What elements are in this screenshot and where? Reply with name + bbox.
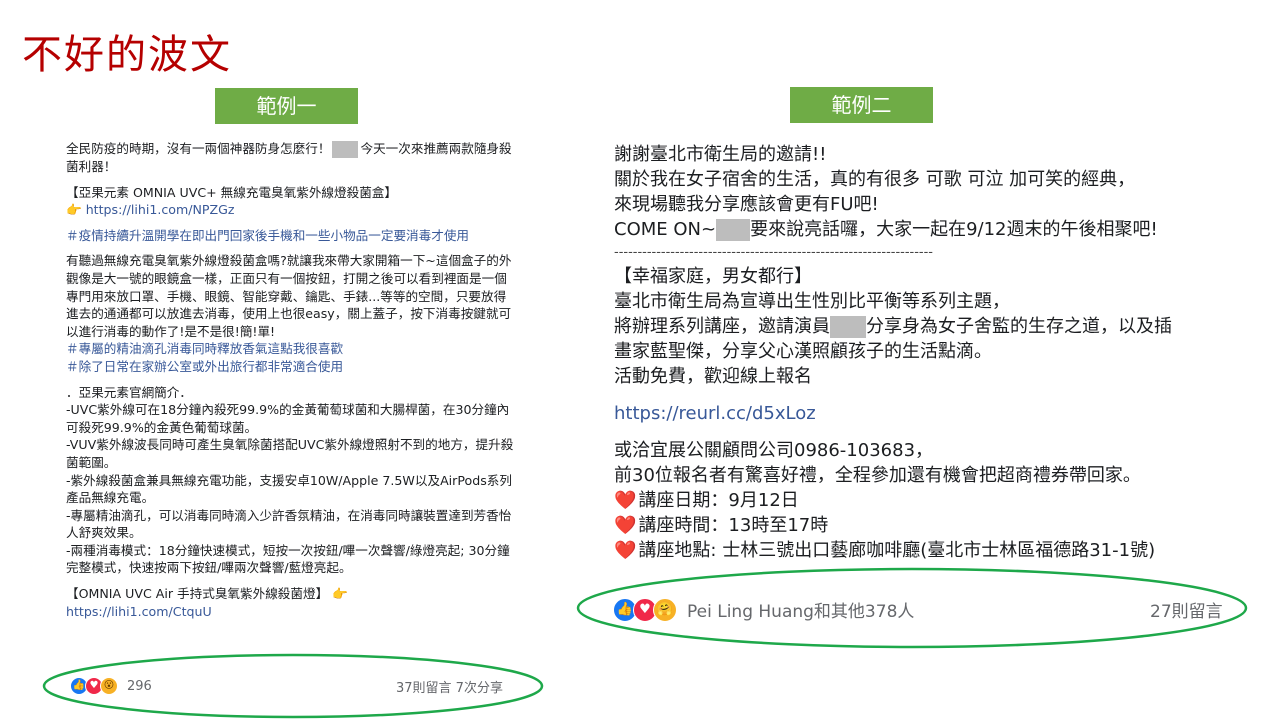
redacted-name [830, 316, 866, 338]
example-two-tag: 範例二 [790, 87, 933, 123]
post-two-line: 來現場聽我分享應該會更有FU吧! [614, 194, 879, 215]
link-row: 👉 https://lihi1.com/NPZGz [66, 201, 516, 219]
post-two-line: 活動免費，歡迎線上報名 [614, 366, 812, 387]
official-intro: ．亞果元素官網簡介． [66, 384, 192, 400]
redacted-name [716, 219, 751, 241]
post-two-reactions[interactable]: 👍 ♥ 🤗 Pei Ling Huang和其他378人 [613, 597, 914, 622]
post-two-line: 畫家藍聖傑，分享父心漢照顧孩子的生活點滴。 [614, 341, 992, 362]
post-two-line: 將辦理系列講座，邀請演員 分享身為女子舍監的生存之道，以及插 [614, 314, 1244, 339]
pointing-hand-icon: 👉 [332, 586, 348, 602]
feature-item: -兩種消毒模式：18分鐘快速模式，短按一次按鈕/嗶一次聲響/綠燈亮起; 30分鐘… [66, 542, 510, 576]
product-two-title: 【OMNIA UVC Air 手持式臭氧紫外線殺菌燈】 [66, 586, 333, 602]
post-two-line: COME ON~ 要來說亮話囉，大家一起在9/12週末的午後相聚吧! [614, 217, 1244, 242]
event-place: ❤️ 講座地點: 士林三號出口藝廊咖啡廳(臺北市士林區福德路31-1號) [614, 538, 1244, 563]
post-two-line: 或洽宜展公關顧問公司0986-103683， [614, 440, 934, 461]
post-one-intro: 全民防疫的時期，沒有一兩個神器防身怎麼行！ 今天一次來推薦兩款隨身殺菌利器！ [66, 140, 516, 176]
line-text: 分享身為女子舍監的生存之道，以及插 [866, 316, 1172, 337]
post-two: 謝謝臺北市衛生局的邀請!! 關於我在女子宿舍的生活，真的有很多 可歌 可泣 加可… [614, 142, 1244, 563]
care-icon: 🤗 [653, 597, 677, 622]
slide-title: 不好的波文 [22, 32, 232, 78]
feature-item: -VUV紫外線波長同時可產生臭氧除菌搭配UVC紫外線燈照射不到的地方，提升殺菌範… [66, 437, 514, 470]
line-text: 將辦理系列講座，邀請演員 [614, 316, 830, 337]
date-text: 講座日期：9月12日 [638, 490, 799, 511]
reaction-count: 296 [127, 678, 152, 694]
post-one-reactions[interactable]: 👍 ♥ 😮 296 [70, 677, 152, 695]
hashtag-link[interactable]: ＃疫情持續升溫開學在即出門回家後手機和一些小物品一定要消毒才使用 [66, 227, 516, 245]
place-text: 講座地點: 士林三號出口藝廊咖啡廳(臺北市士林區福德路31-1號) [638, 540, 1156, 561]
heart-icon: ❤️ [614, 515, 637, 536]
event-time: ❤️ 講座時間：13時至17時 [614, 513, 1244, 538]
event-heading: 【幸福家庭，男女都行】 [614, 266, 812, 287]
hashtag-link[interactable]: ＃專屬的精油滴孔消毒同時釋放香氣這點我很喜歡 [66, 340, 516, 358]
pointing-hand-icon: 👉 [66, 202, 82, 218]
intro-text: 全民防疫的時期，沒有一兩個神器防身怎麼行！ [66, 141, 331, 156]
reaction-names: Pei Ling Huang和其他378人 [687, 602, 915, 622]
hashtag-link[interactable]: ＃除了日常在家辦公室或外出旅行都非常適合使用 [66, 358, 516, 376]
redacted-name [332, 141, 359, 158]
heart-icon: ❤️ [614, 490, 637, 511]
feature-item: -專屬精油滴孔，可以消毒同時滴入少許香氛精油，在消毒同時讓裝置達到芳香怡人舒爽效… [66, 507, 512, 541]
product-two-row: 【OMNIA UVC Air 手持式臭氧紫外線殺菌燈】 👉 [66, 585, 516, 603]
product-link[interactable]: https://lihi1.com/NPZGz [86, 202, 235, 217]
feature-item: -紫外線殺菌盒兼具無線充電功能，支援安卓10W/Apple 7.5W以及AirP… [66, 472, 512, 506]
divider-line: ----------------------------------------… [614, 245, 933, 260]
post-two-comments[interactable]: 27則留言 [1150, 597, 1223, 622]
post-two-line: 臺北市衛生局為宣導出生性別比平衡等系列主題， [614, 291, 1010, 312]
come-on-text: COME ON~ [614, 219, 717, 240]
registration-link[interactable]: https://reurl.cc/d5xLoz [614, 403, 816, 424]
line-text: 要來說亮話囉，大家一起在9/12週末的午後相聚吧! [750, 219, 1158, 240]
post-one: 全民防疫的時期，沒有一兩個神器防身怎麼行！ 今天一次來推薦兩款隨身殺菌利器！ 【亞… [66, 140, 516, 620]
example-one-tag: 範例一 [215, 88, 358, 124]
feature-item: -UVC紫外線可在18分鐘內殺死99.9%的金黃葡萄球菌和大腸桿菌，在30分鐘內… [66, 402, 510, 435]
event-date: ❤️ 講座日期：9月12日 [614, 488, 1244, 513]
post-one-comments-shares[interactable]: 37則留言 7次分享 [396, 677, 503, 696]
post-two-line: 關於我在女子宿舍的生活，真的有很多 可歌 可泣 加可笑的經典， [614, 169, 1136, 190]
post-body: 有聽過無線充電臭氧紫外線燈殺菌盒嗎?就讓我來帶大家開箱一下~這個盒子的外觀像是大… [66, 253, 512, 339]
wow-icon: 😮 [100, 677, 118, 695]
time-text: 講座時間：13時至17時 [638, 515, 829, 536]
product-two-link[interactable]: https://lihi1.com/CtquU [66, 604, 212, 619]
post-two-line: 謝謝臺北市衛生局的邀請!! [614, 144, 827, 165]
heart-icon: ❤️ [614, 540, 637, 561]
post-two-line: 前30位報名者有驚喜好禮，全程參加還有機會把超商禮券帶回家。 [614, 465, 1141, 486]
product-title: 【亞果元素 OMNIA UVC+ 無線充電臭氧紫外線燈殺菌盒】 [66, 184, 397, 200]
